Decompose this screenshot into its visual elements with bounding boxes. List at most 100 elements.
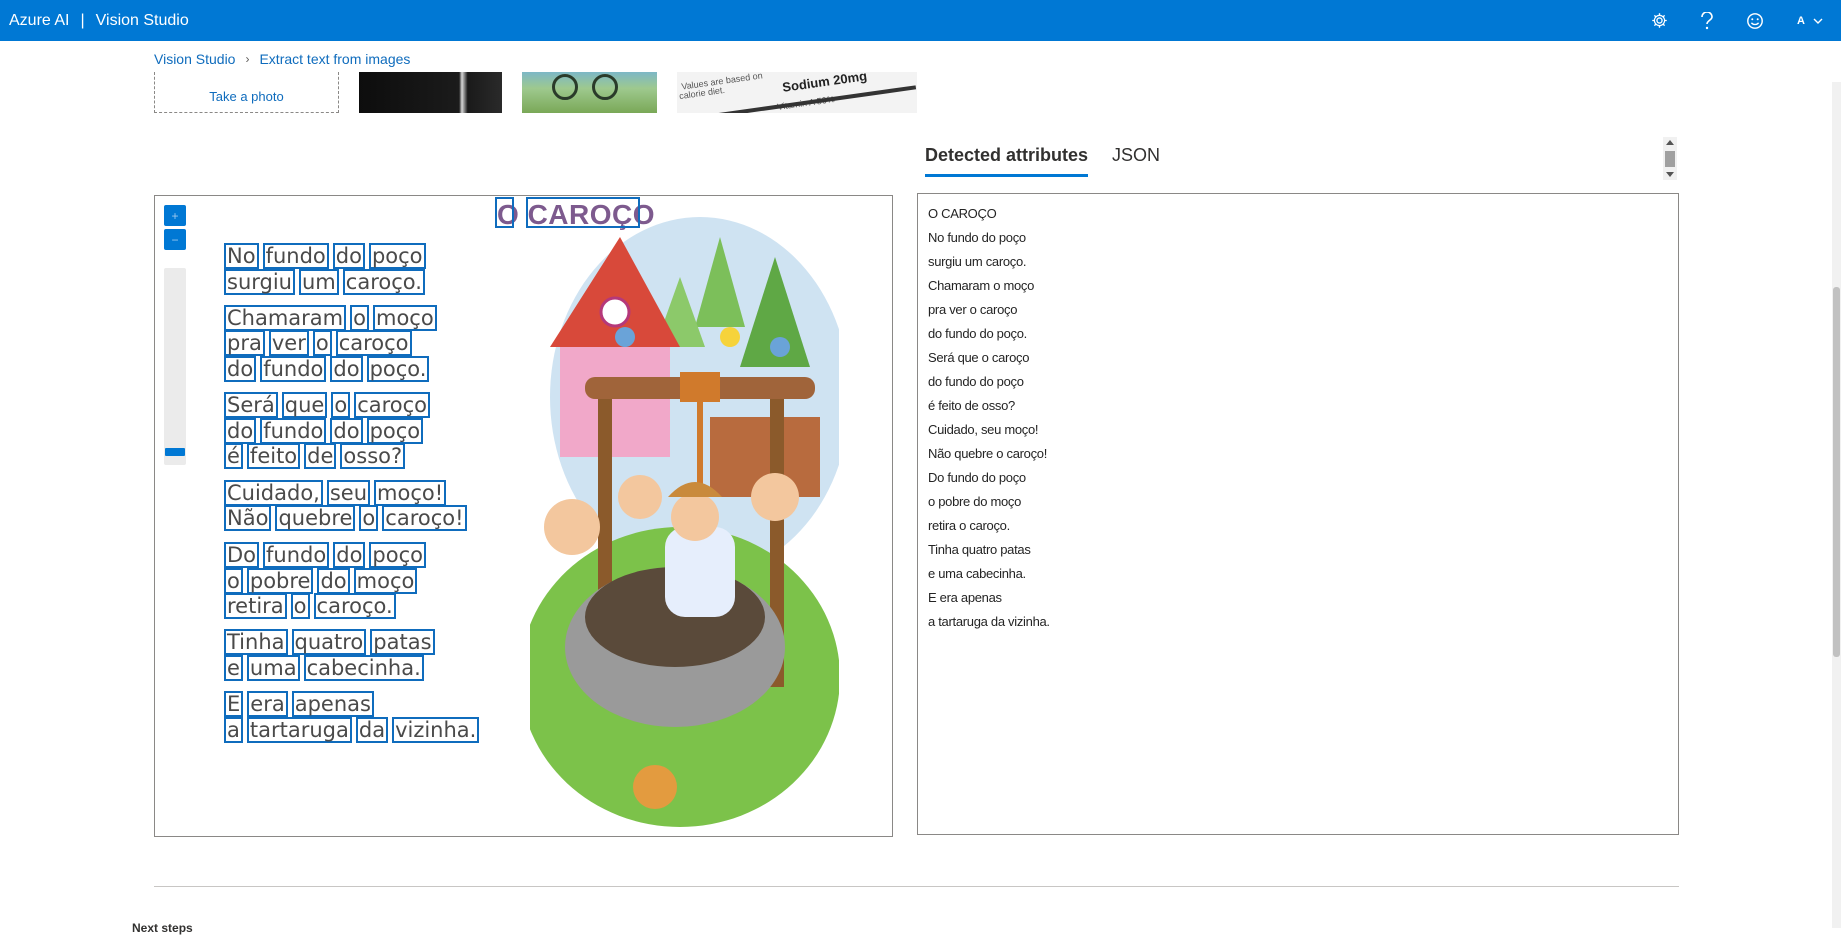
tabs-scrollbar[interactable] bbox=[1663, 137, 1677, 180]
detected-word[interactable]: do bbox=[332, 243, 365, 269]
poem-line: Chamaram o moço bbox=[224, 305, 441, 331]
detected-word[interactable]: o bbox=[331, 392, 351, 418]
detected-word[interactable]: Tinha bbox=[224, 629, 288, 655]
help-button[interactable] bbox=[1683, 0, 1731, 41]
detected-word[interactable]: de bbox=[304, 443, 337, 469]
detected-word[interactable]: poço bbox=[369, 542, 426, 568]
detected-word[interactable]: e bbox=[224, 655, 243, 681]
detected-word[interactable]: o bbox=[350, 305, 369, 331]
detected-word[interactable]: do bbox=[224, 418, 257, 444]
scroll-up-arrow-icon[interactable] bbox=[1666, 140, 1674, 145]
detected-word[interactable]: retira bbox=[224, 593, 287, 619]
detected-word[interactable]: do bbox=[330, 356, 363, 382]
sample-thumbnail-nutrition-label[interactable]: Values are based on calorie diet. Sodium… bbox=[677, 72, 917, 113]
image-viewer[interactable]: O CAROÇO No fundo do poço surgiu um caroço. Cha… bbox=[154, 195, 893, 837]
detected-word[interactable]: fundo bbox=[260, 418, 327, 444]
detected-word[interactable]: seu bbox=[326, 480, 371, 506]
detected-word[interactable]: No bbox=[224, 243, 259, 269]
detected-word[interactable]: osso? bbox=[340, 443, 406, 469]
zoom-in-button[interactable]: + bbox=[164, 205, 186, 226]
chevron-down-icon bbox=[1813, 18, 1823, 24]
poem-line: retira o caroço. bbox=[224, 593, 400, 619]
detected-word[interactable]: Do bbox=[224, 542, 260, 568]
detected-word[interactable]: fundo bbox=[260, 356, 327, 382]
breadcrumb-extract-text[interactable]: Extract text from images bbox=[259, 51, 410, 67]
detected-word[interactable]: do bbox=[224, 356, 257, 382]
poem-line: Cuidado, seu moço! bbox=[224, 480, 450, 506]
detected-word[interactable]: o bbox=[290, 593, 310, 619]
detected-text-line: é feito de osso? bbox=[928, 398, 1015, 413]
detected-word[interactable]: vizinha. bbox=[392, 717, 480, 743]
zoom-slider-track[interactable] bbox=[164, 268, 186, 465]
detected-word[interactable]: poço bbox=[366, 418, 424, 444]
tab-detected-attributes[interactable]: Detected attributes bbox=[925, 145, 1089, 177]
detected-word[interactable]: da bbox=[355, 717, 389, 743]
detected-word[interactable]: o bbox=[224, 568, 243, 594]
detected-word[interactable]: moço! bbox=[374, 480, 447, 506]
take-photo-button[interactable]: Take a photo bbox=[154, 72, 339, 113]
detected-word[interactable]: poço bbox=[368, 243, 426, 269]
detected-word[interactable]: era bbox=[247, 691, 288, 717]
detected-word[interactable]: apenas bbox=[291, 691, 374, 717]
detected-word[interactable]: quatro bbox=[291, 629, 367, 655]
detected-word[interactable]: patas bbox=[370, 629, 435, 655]
word-bounding-box[interactable] bbox=[526, 197, 640, 228]
detected-word[interactable]: fundo bbox=[262, 243, 329, 269]
breadcrumb-vision-studio[interactable]: Vision Studio bbox=[154, 51, 235, 67]
poem-line: e uma cabecinha. bbox=[224, 655, 428, 681]
detected-word[interactable]: do bbox=[330, 418, 363, 444]
detected-word[interactable]: o bbox=[312, 330, 332, 356]
page-scrollbar-thumb[interactable] bbox=[1833, 287, 1840, 657]
detected-word[interactable]: E bbox=[224, 691, 244, 717]
detected-word[interactable]: do bbox=[333, 542, 366, 568]
account-menu[interactable]: A bbox=[1779, 0, 1841, 41]
detected-word[interactable]: quebre bbox=[275, 505, 356, 531]
sample-thumbnail-dark[interactable] bbox=[359, 72, 502, 113]
detected-word[interactable]: é bbox=[224, 443, 243, 469]
settings-button[interactable] bbox=[1635, 0, 1683, 41]
detected-word[interactable]: cabecinha. bbox=[303, 655, 424, 681]
detected-word[interactable]: caroço. bbox=[342, 269, 425, 295]
detected-word[interactable]: poço. bbox=[366, 356, 430, 382]
detected-word[interactable]: a bbox=[224, 717, 243, 743]
detected-word[interactable]: tartaruga bbox=[246, 717, 352, 743]
detected-word[interactable]: fundo bbox=[263, 542, 330, 568]
detected-word[interactable]: ver bbox=[268, 330, 309, 356]
detected-word[interactable]: Cuidado, bbox=[224, 480, 323, 506]
tab-json[interactable]: JSON bbox=[1112, 145, 1160, 177]
detected-word[interactable]: caroço bbox=[354, 392, 431, 418]
detected-word[interactable]: surgiu bbox=[224, 269, 295, 295]
detected-word[interactable]: Será bbox=[224, 392, 278, 418]
nutrition-sodium-text: Sodium 20mg bbox=[781, 72, 868, 95]
detected-word[interactable]: pra bbox=[224, 330, 265, 356]
detected-text-panel[interactable]: O CAROÇO No fundo do poço surgiu um caroço… bbox=[917, 193, 1679, 835]
zoom-out-button[interactable]: − bbox=[164, 229, 186, 250]
detected-word[interactable]: Não bbox=[224, 505, 272, 531]
detected-word[interactable]: um bbox=[299, 269, 339, 295]
detected-text-line: Do fundo do poço bbox=[928, 470, 1026, 485]
detected-word[interactable]: caroço bbox=[335, 330, 412, 356]
detected-word[interactable]: moço bbox=[373, 305, 437, 331]
detected-word[interactable]: feito bbox=[246, 443, 301, 469]
word-bounding-box[interactable] bbox=[495, 197, 514, 228]
page-scrollbar[interactable] bbox=[1832, 82, 1841, 928]
detected-word[interactable]: o bbox=[359, 505, 379, 531]
detected-word[interactable]: caroço! bbox=[382, 505, 467, 531]
detected-text-line: o pobre do moço bbox=[928, 494, 1022, 509]
brand-separator: | bbox=[80, 11, 85, 29]
detected-word[interactable]: caroço. bbox=[313, 593, 396, 619]
zoom-slider-thumb[interactable] bbox=[165, 448, 185, 456]
detected-word[interactable]: do bbox=[317, 568, 350, 594]
sample-thumbnail-bicycle[interactable] bbox=[522, 72, 657, 113]
detected-word[interactable]: uma bbox=[246, 655, 300, 681]
detected-word[interactable]: Chamaram bbox=[224, 305, 347, 331]
brand[interactable]: Azure AI | Vision Studio bbox=[0, 12, 189, 30]
scroll-down-arrow-icon[interactable] bbox=[1666, 172, 1674, 177]
detected-word[interactable]: moço bbox=[353, 568, 418, 594]
detected-word[interactable]: que bbox=[281, 392, 328, 418]
feedback-button[interactable] bbox=[1731, 0, 1779, 41]
take-photo-label: Take a photo bbox=[209, 88, 284, 104]
detected-word[interactable]: pobre bbox=[246, 568, 314, 594]
scrollbar-thumb[interactable] bbox=[1665, 151, 1675, 167]
top-bar: Azure AI | Vision Studio A bbox=[0, 0, 1841, 41]
